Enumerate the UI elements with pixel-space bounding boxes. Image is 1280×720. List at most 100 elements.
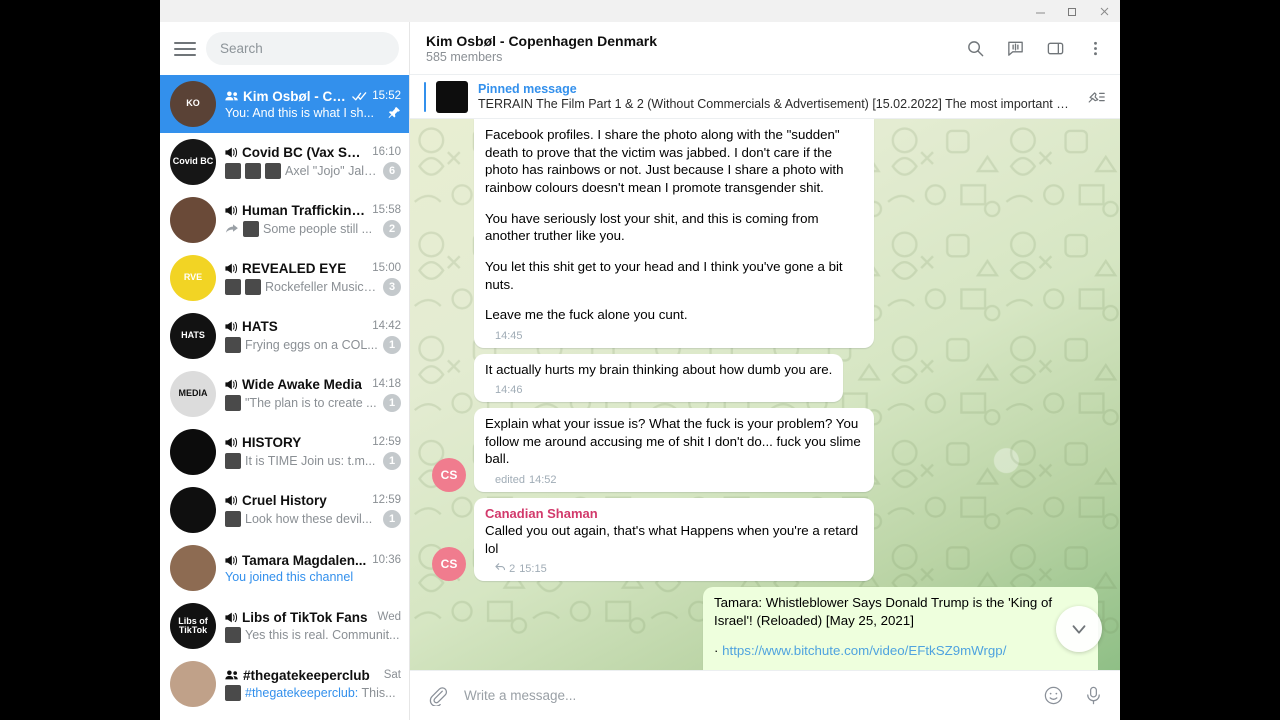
chat-preview: Axel "Jojo" Jalan... <box>285 163 379 178</box>
preview-text: This... <box>361 685 396 700</box>
conversation-title: Kim Osbøl - Copenhagen Denmark <box>426 32 658 49</box>
chat-list-item[interactable]: KO Kim Osbøl - Co... 15:52 You: And this is… <box>160 75 409 133</box>
channel-megaphone-icon <box>225 320 238 333</box>
chat-timestamp: 15:58 <box>372 204 401 216</box>
channel-megaphone-icon <box>225 436 238 449</box>
more-options-icon[interactable] <box>1080 33 1110 63</box>
preview-thumbnail <box>245 162 261 179</box>
message-paragraph: You have seriously lost your shit, and t… <box>485 210 819 244</box>
message-meta: edited 14:52 <box>495 473 557 488</box>
chat-list-item[interactable]: Covid BC Covid BC (Vax Sud... 16:10 Axel "J… <box>160 133 409 191</box>
chat-list-item[interactable]: RVE REVEALED EYE 15:00 Rockefeller Musica..… <box>160 249 409 307</box>
chat-title: HISTORY <box>242 434 302 450</box>
message-bubble[interactable]: Facebook profiles. I share the photo alo… <box>474 119 874 348</box>
chat-timestamp: Sat <box>383 669 401 681</box>
preview-thumbnail <box>225 278 241 295</box>
preview-thumbnail <box>225 336 241 353</box>
avatar-spacer <box>432 368 466 402</box>
chat-list-item[interactable]: HATS HATS 14:42 Frying eggs on a COL... 1 <box>160 307 409 365</box>
message-paragraph: It actually hurts my brain thinking abou… <box>485 361 833 377</box>
message-timestamp: 15:15 <box>519 563 547 576</box>
preview-thumbnail <box>243 220 259 237</box>
message-avatar[interactable]: CS <box>432 457 466 492</box>
message-row: It actually hurts my brain thinking abou… <box>432 353 1098 403</box>
message-avatar[interactable]: CS <box>432 547 466 582</box>
hamburger-menu-icon[interactable] <box>174 38 196 60</box>
preview-sender: #thegatekeeperclub: <box>245 685 362 700</box>
channel-megaphone-icon <box>225 494 238 507</box>
chat-title: Wide Awake Media <box>242 376 362 392</box>
message-scroll[interactable]: Facebook profiles. I share the photo alo… <box>410 119 1120 670</box>
chat-title: Human Trafficking... <box>242 202 369 218</box>
voice-chat-icon[interactable] <box>1000 33 1030 63</box>
pinned-thumbnail <box>436 80 468 113</box>
unread-badge: 1 <box>383 393 401 412</box>
chat-list-item[interactable]: HISTORY 12:59 It is TIME Join us: t.m... 1 <box>160 423 409 481</box>
unpin-list-icon[interactable] <box>1082 83 1110 111</box>
microphone-icon[interactable] <box>1080 683 1106 709</box>
unread-badge: 3 <box>383 277 401 296</box>
paperclip-icon[interactable] <box>424 683 450 709</box>
chat-list-item[interactable]: MEDIA Wide Awake Media 14:18 "The plan is t… <box>160 365 409 423</box>
channel-megaphone-icon <box>225 611 238 624</box>
message-bubble[interactable]: It actually hurts my brain thinking abou… <box>474 353 844 403</box>
search-input[interactable]: Search <box>206 32 399 65</box>
window-maximize-button[interactable] <box>1056 0 1088 22</box>
message-paragraph: You let this shit get to your head and I… <box>485 259 843 292</box>
window-close-button[interactable] <box>1088 0 1120 22</box>
forwarded-icon <box>225 223 239 235</box>
pinned-message-text: TERRAIN The Film Part 1 & 2 (Without Com… <box>478 97 1072 111</box>
pinned-message-bar[interactable]: Pinned message TERRAIN The Film Part 1 &… <box>410 75 1120 119</box>
message-meta: 14:46 <box>495 383 523 398</box>
chevron-down-icon[interactable] <box>1056 606 1102 652</box>
smiley-icon[interactable] <box>1040 683 1066 709</box>
message-link-paragraph: · https://www.bitchute.com/video/EFtkSZ9… <box>714 642 1087 660</box>
message-timestamp: 14:52 <box>528 474 557 487</box>
chat-list[interactable]: KO Kim Osbøl - Co... 15:52 You: And this is… <box>160 75 409 720</box>
telegram-window: Search KO Kim Osbøl - Co... 15:52 You: And … <box>160 0 1120 720</box>
channel-megaphone-icon <box>225 554 238 567</box>
preview-thumbnail <box>225 684 241 701</box>
chat-list-item[interactable]: Human Trafficking... 15:58 Some people sti… <box>160 191 409 249</box>
message-meta: 14:45 <box>495 329 523 344</box>
message-bubble[interactable]: Tamara: Whistleblower Says Donald Trump … <box>703 587 1098 670</box>
group-icon <box>225 90 239 102</box>
window-minimize-button[interactable] <box>1024 0 1056 22</box>
chat-preview: Look how these devil... <box>245 511 373 526</box>
avatar: RVE <box>170 255 216 301</box>
message-paragraph: Leave me the fuck alone you cunt. <box>485 307 688 323</box>
conversation-panel: Kim Osbøl - Copenhagen Denmark 585 membe… <box>410 22 1120 720</box>
channel-megaphone-icon <box>225 204 238 217</box>
message-link[interactable]: https://www.bitchute.com/video/EFtkSZ9mW… <box>722 643 1006 658</box>
unread-badge: 1 <box>383 451 401 470</box>
chat-preview: You: And this is what I sh... <box>225 105 374 120</box>
chat-list-item[interactable]: Libs of TikTok Libs of TikTok Fans Wed Yes … <box>160 597 409 655</box>
avatar: MEDIA <box>170 371 216 417</box>
chat-list-item[interactable]: Tamara Magdalen... 10:36 You joined this c… <box>160 539 409 597</box>
message-bubble[interactable]: Explain what your issue is? What the fuc… <box>474 408 874 492</box>
chat-timestamp: 16:10 <box>372 146 401 158</box>
avatar-spacer <box>432 314 466 348</box>
chat-title: HATS <box>242 318 278 334</box>
sidebar-toggle-icon[interactable] <box>1040 33 1070 63</box>
pinned-chat-icon <box>388 106 401 119</box>
search-icon[interactable] <box>960 33 990 63</box>
avatar <box>170 545 216 591</box>
chat-preview: You joined this channel <box>225 569 354 584</box>
message-input[interactable]: Write a message... <box>464 688 1026 703</box>
unread-badge: 1 <box>383 509 401 528</box>
chat-timestamp: 14:42 <box>372 320 401 332</box>
message-input-placeholder: Write a message... <box>464 688 577 703</box>
unread-badge: 2 <box>383 219 401 238</box>
avatar <box>170 661 216 707</box>
message-sender-name: Canadian Shaman <box>485 505 598 521</box>
chat-list-item[interactable]: Cruel History 12:59 Look how these devil..… <box>160 481 409 539</box>
screen: Search KO Kim Osbøl - Co... 15:52 You: And … <box>0 0 1280 720</box>
chat-list-item[interactable]: #thegatekeeperclub Sat #thegatekeeperclub:… <box>160 655 409 713</box>
chat-timestamp: 15:00 <box>372 262 401 274</box>
message-bubble[interactable]: Canadian Shaman Called you out again, tha… <box>474 497 874 582</box>
reply-count[interactable]: 2 <box>495 562 515 577</box>
avatar: KO <box>170 81 216 127</box>
message-row: Facebook profiles. I share the photo alo… <box>432 119 1098 348</box>
message-meta: 2 15:15 <box>495 562 547 577</box>
